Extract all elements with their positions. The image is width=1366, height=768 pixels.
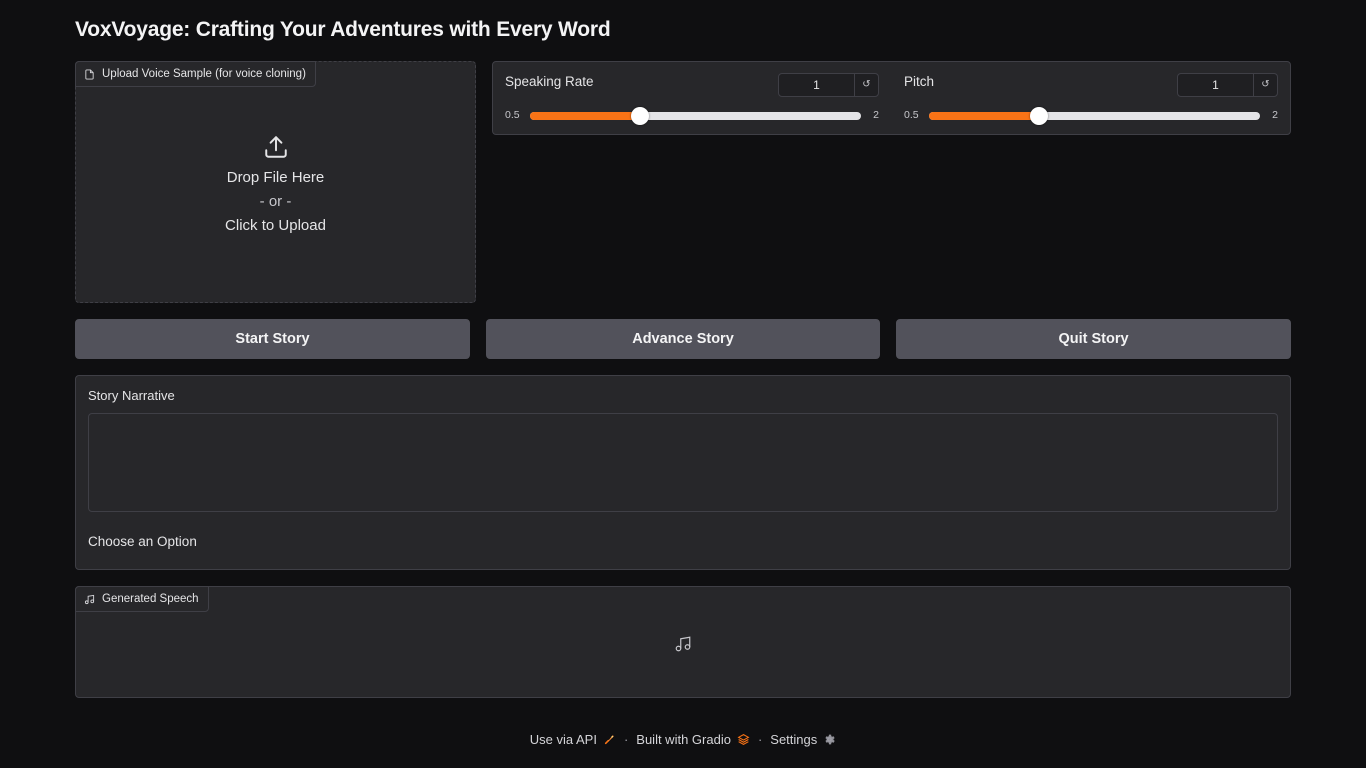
use-via-api-link[interactable]: Use via API [530, 732, 616, 747]
page-title: VoxVoyage: Crafting Your Adventures with… [75, 18, 611, 41]
speaking-rate-number-input[interactable]: 1 ↺ [778, 73, 879, 97]
speaking-rate-slider-fill [530, 112, 641, 120]
pitch-slider-fill [929, 112, 1040, 120]
footer-separator: · [757, 732, 763, 747]
generated-speech-panel: Generated Speech [75, 586, 1291, 698]
advance-story-button[interactable]: Advance Story [486, 319, 880, 359]
pitch-slider-thumb[interactable] [1030, 107, 1049, 125]
or-text: - or - [259, 193, 292, 210]
gradio-logo-icon [737, 734, 750, 745]
pitch-number-input[interactable]: 1 ↺ [1177, 73, 1278, 97]
pitch-reset-icon[interactable]: ↺ [1253, 74, 1277, 96]
pitch-slider-group: Pitch 1 ↺ 0.5 2 [892, 62, 1278, 134]
pitch-max: 2 [1272, 109, 1278, 121]
speech-label-tag: Generated Speech [75, 586, 209, 612]
speaking-rate-slider-thumb[interactable] [631, 107, 650, 125]
footer: Use via API · Built with Gradio · Settin… [0, 732, 1366, 747]
music-note-icon [675, 636, 691, 652]
story-narrative-textbox[interactable] [88, 413, 1278, 512]
pitch-min: 0.5 [904, 109, 919, 121]
built-with-gradio-link[interactable]: Built with Gradio [636, 732, 750, 747]
story-narrative-panel: Story Narrative Choose an Option [75, 375, 1291, 570]
voice-upload-dropzone[interactable]: Upload Voice Sample (for voice cloning) … [75, 61, 476, 303]
speaking-rate-slider-group: Speaking Rate 1 ↺ 0.5 2 [493, 62, 879, 134]
start-story-button[interactable]: Start Story [75, 319, 470, 359]
speech-label: Generated Speech [102, 593, 199, 605]
pitch-label: Pitch [904, 74, 935, 89]
upload-label-tag: Upload Voice Sample (for voice cloning) [75, 61, 316, 87]
click-to-upload-text: Click to Upload [225, 217, 326, 234]
speaking-rate-value[interactable]: 1 [779, 74, 854, 96]
built-with-gradio-label[interactable]: Built with Gradio [636, 732, 731, 747]
music-note-icon [84, 594, 95, 604]
rocket-icon [604, 735, 614, 745]
speaking-rate-max: 2 [873, 109, 879, 121]
file-icon [85, 68, 94, 80]
settings-label[interactable]: Settings [770, 732, 817, 747]
drop-file-text: Drop File Here [226, 169, 325, 186]
speaking-rate-slider[interactable] [530, 107, 861, 125]
speaking-rate-min: 0.5 [505, 109, 520, 121]
speaking-rate-label: Speaking Rate [505, 74, 594, 89]
settings-link[interactable]: Settings [770, 732, 836, 747]
use-via-api-label[interactable]: Use via API [530, 732, 597, 747]
settings-panel: Speaking Rate 1 ↺ 0.5 2 Pitch 1 ↺ 0.5 2 [492, 61, 1291, 135]
upload-icon [264, 136, 287, 158]
story-narrative-label: Story Narrative [88, 388, 175, 403]
quit-story-button[interactable]: Quit Story [896, 319, 1291, 359]
gear-icon [825, 734, 835, 745]
choose-option-label: Choose an Option [88, 534, 197, 549]
pitch-value[interactable]: 1 [1178, 74, 1253, 96]
footer-separator: · [623, 732, 629, 747]
pitch-slider[interactable] [929, 107, 1260, 125]
upload-label: Upload Voice Sample (for voice cloning) [102, 68, 306, 80]
speaking-rate-reset-icon[interactable]: ↺ [854, 74, 878, 96]
